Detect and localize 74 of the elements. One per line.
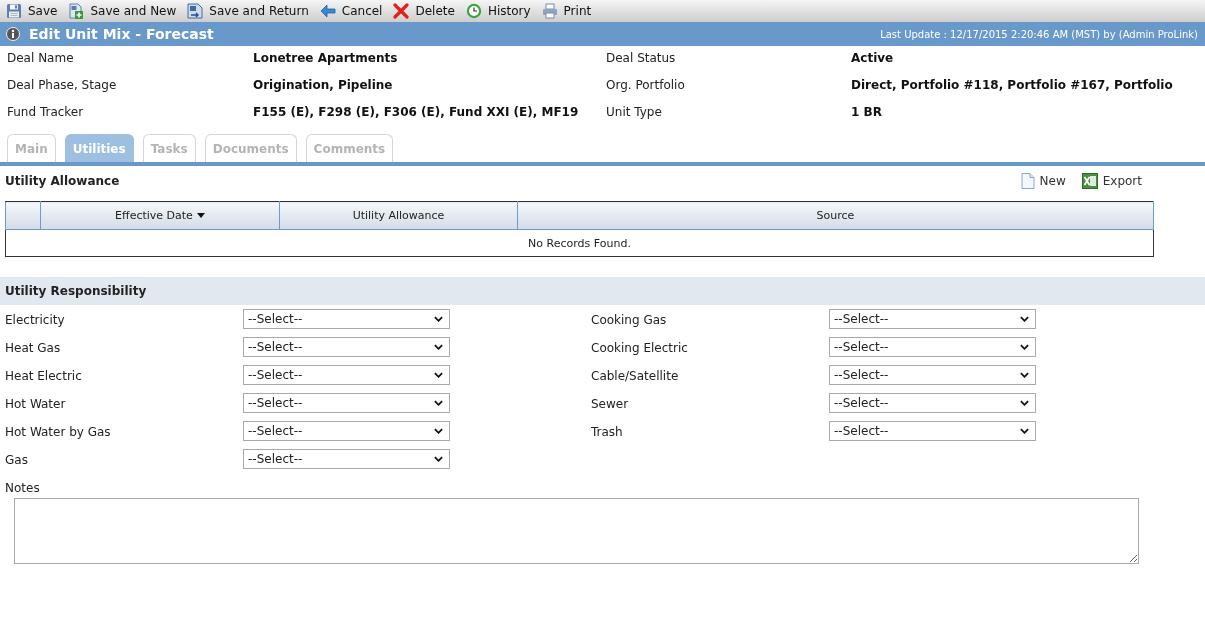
dropdown[interactable]: --Select-- (829, 393, 1036, 413)
field-value: Active (851, 50, 895, 65)
clock-icon (465, 3, 482, 19)
field-label: Hot Water (5, 397, 67, 411)
toolbar-button[interactable]: Cancel (319, 1, 383, 21)
dropdown[interactable]: --Select-- (829, 337, 1036, 357)
cross-icon (393, 3, 410, 19)
document-icon (1020, 173, 1035, 189)
field-label: Cooking Electric (591, 341, 689, 355)
field-label: Org. Portfolio (606, 77, 686, 92)
caret-down-icon (196, 213, 205, 218)
field-label: Heat Electric (5, 369, 83, 383)
chevron-down-icon (1020, 371, 1029, 378)
printer-icon (541, 3, 558, 19)
field-value: Direct, Portfolio #118, Portfolio #167, Portfolio (851, 77, 1174, 92)
chevron-down-icon (1020, 399, 1029, 406)
toolbar-button[interactable]: Save (6, 1, 58, 21)
field-value: F155 (E), F298 (E), F306 (E), Fund XXI (E), MF19 (253, 104, 580, 119)
field-label: Heat Gas (5, 341, 62, 355)
empty-message: No Records Found. (5, 229, 1154, 257)
dropdown[interactable]: --Select-- (243, 421, 450, 441)
field-label: Deal Phase, Stage (7, 77, 118, 92)
field-label: Notes (4, 481, 41, 495)
arrow-left-icon (319, 3, 336, 19)
toolbar-button[interactable]: History (465, 1, 531, 21)
dropdown[interactable]: --Select-- (829, 365, 1036, 385)
action-link[interactable]: New (1020, 173, 1066, 189)
notes-field[interactable] (14, 498, 1139, 564)
spreadsheet-icon (1081, 173, 1098, 189)
action-link[interactable]: Export (1081, 173, 1142, 189)
field-label: Fund Tracker (7, 104, 85, 119)
section-title: Utility Responsibility (5, 284, 147, 298)
field-label: Deal Status (606, 50, 677, 65)
field-label: Hot Water by Gas (5, 425, 112, 439)
document-arrow-icon (187, 3, 204, 19)
dropdown[interactable]: --Select-- (829, 421, 1036, 441)
dropdown[interactable]: --Select-- (243, 449, 450, 469)
dropdown[interactable]: --Select-- (243, 393, 450, 413)
last-update-text: Last Update : 12/17/2015 2:20:46 AM (MST) by (Admin ProLink) (880, 28, 1198, 40)
section-title: Utility Allowance (5, 174, 120, 188)
toolbar-button[interactable]: Save and New (68, 1, 177, 21)
field-label: Trash (591, 425, 624, 439)
chevron-down-icon (1020, 343, 1029, 350)
field-value: 1 BR (851, 104, 883, 119)
dropdown[interactable]: --Select-- (829, 309, 1036, 329)
dropdown[interactable]: --Select-- (243, 309, 450, 329)
column-header[interactable]: Effective Date (40, 201, 280, 230)
info-icon (6, 27, 20, 41)
chevron-down-icon (434, 371, 443, 378)
column-header[interactable]: Source (517, 201, 1154, 230)
toolbar-button[interactable]: Save and Return (187, 1, 309, 21)
field-value: Lonetree Apartments (253, 50, 399, 65)
field-value: Origination, Pipeline (253, 77, 394, 92)
field-label: Cable/Satellite (591, 369, 680, 383)
dropdown[interactable]: --Select-- (243, 337, 450, 357)
chevron-down-icon (1020, 427, 1029, 434)
dropdown[interactable]: --Select-- (243, 365, 450, 385)
chevron-down-icon (434, 455, 443, 462)
field-label: Electricity (5, 313, 66, 327)
column-header[interactable]: Utility Allowance (279, 201, 518, 230)
field-label: Sewer (591, 397, 630, 411)
page-title: Edit Unit Mix - Forecast (29, 26, 214, 42)
field-label: Cooking Gas (591, 313, 668, 327)
field-label: Unit Type (606, 104, 663, 119)
document-plus-icon (68, 3, 85, 19)
chevron-down-icon (434, 399, 443, 406)
chevron-down-icon (434, 315, 443, 322)
chevron-down-icon (434, 427, 443, 434)
toolbar-button[interactable]: Print (541, 1, 592, 21)
field-label: Deal Name (7, 50, 75, 65)
chevron-down-icon (434, 343, 443, 350)
field-label: Gas (5, 453, 29, 467)
chevron-down-icon (1020, 315, 1029, 322)
toolbar-button[interactable]: Delete (393, 1, 455, 21)
